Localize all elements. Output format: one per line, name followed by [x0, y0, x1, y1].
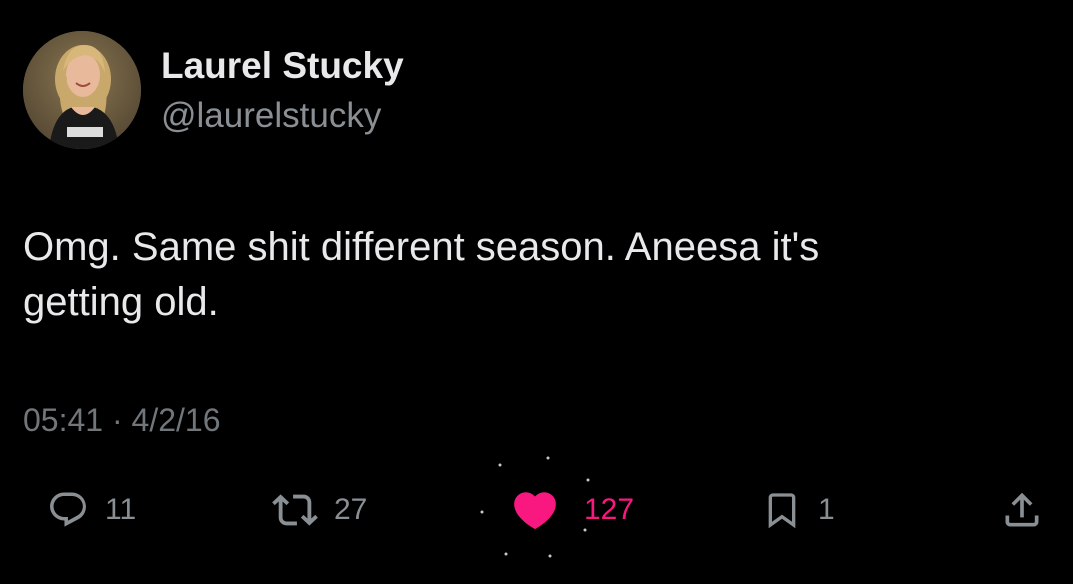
tweet-text-line: getting old.	[23, 280, 219, 324]
bookmark-icon	[762, 488, 802, 532]
retweet-count: 27	[334, 493, 368, 526]
avatar[interactable]	[23, 31, 141, 149]
tweet-card: Laurel Stucky @laurelstucky Omg. Same sh…	[0, 0, 1073, 584]
reply-button[interactable]: 11	[47, 480, 136, 540]
author-handle[interactable]: @laurelstucky	[161, 95, 381, 137]
heart-icon	[510, 485, 560, 535]
tweet-timestamp[interactable]: 05:41 · 4/2/16	[23, 400, 220, 440]
tweet-text-line: Omg. Same shit different season. Aneesa …	[23, 225, 820, 269]
reply-count: 11	[105, 493, 137, 526]
bookmark-count: 1	[818, 493, 835, 526]
share-icon	[1000, 488, 1044, 532]
share-button[interactable]	[1000, 480, 1044, 540]
reply-icon	[47, 489, 89, 531]
author-display-name[interactable]: Laurel Stucky	[161, 44, 404, 88]
tweet-actions-bar: 11 27 127 1	[0, 480, 1073, 540]
retweet-button[interactable]: 27	[272, 480, 367, 540]
tweet-text: Omg. Same shit different season. Aneesa …	[23, 220, 1023, 330]
bookmark-button[interactable]: 1	[762, 480, 835, 540]
like-button[interactable]: 127	[510, 480, 634, 540]
retweet-icon	[272, 487, 318, 533]
like-count: 127	[584, 493, 635, 526]
